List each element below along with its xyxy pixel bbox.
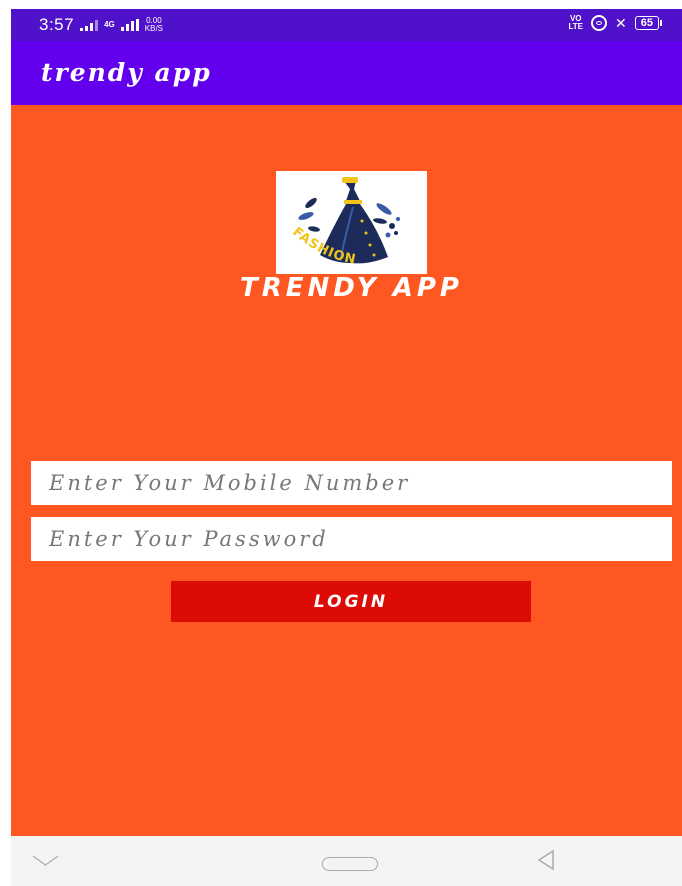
app-name: TRENDY APP	[240, 273, 463, 303]
back-icon[interactable]	[537, 850, 555, 870]
status-left: 3:57 4G 0.00 KB/S	[39, 15, 163, 35]
fashion-logo: FASHION	[276, 171, 427, 274]
login-button[interactable]: LOGIN	[171, 581, 531, 622]
navigation-bar	[11, 836, 682, 886]
hotspot-icon	[591, 15, 608, 31]
password-input[interactable]	[31, 517, 672, 561]
volte-bottom: LTE	[568, 22, 584, 31]
status-right: VO LTE ✕ 65	[569, 15, 662, 31]
battery-level: 65	[634, 16, 659, 30]
home-icon[interactable]	[322, 857, 378, 871]
app-toolbar: trendy app	[11, 41, 682, 105]
status-bar: 3:57 4G 0.00 KB/S VO LTE ✕ 65	[11, 9, 682, 41]
battery-icon: 65	[634, 16, 662, 30]
phone-screen: 3:57 4G 0.00 KB/S VO LTE ✕ 65 trendy app…	[11, 9, 682, 886]
mobile-number-input[interactable]	[31, 461, 672, 505]
nav-down-icon[interactable]	[32, 847, 59, 866]
mute-icon: ✕	[615, 15, 627, 31]
signal-icon	[80, 19, 99, 31]
status-time: 3:57	[39, 15, 75, 34]
network-type: 4G	[104, 20, 115, 29]
net-speed-unit: KB/S	[144, 24, 163, 33]
dress-icon: FASHION	[290, 177, 400, 268]
net-speed: 0.00 KB/S	[145, 17, 163, 33]
toolbar-title: trendy app	[41, 58, 212, 87]
data-icon	[120, 19, 139, 31]
volte-indicator: VO LTE	[569, 15, 584, 31]
